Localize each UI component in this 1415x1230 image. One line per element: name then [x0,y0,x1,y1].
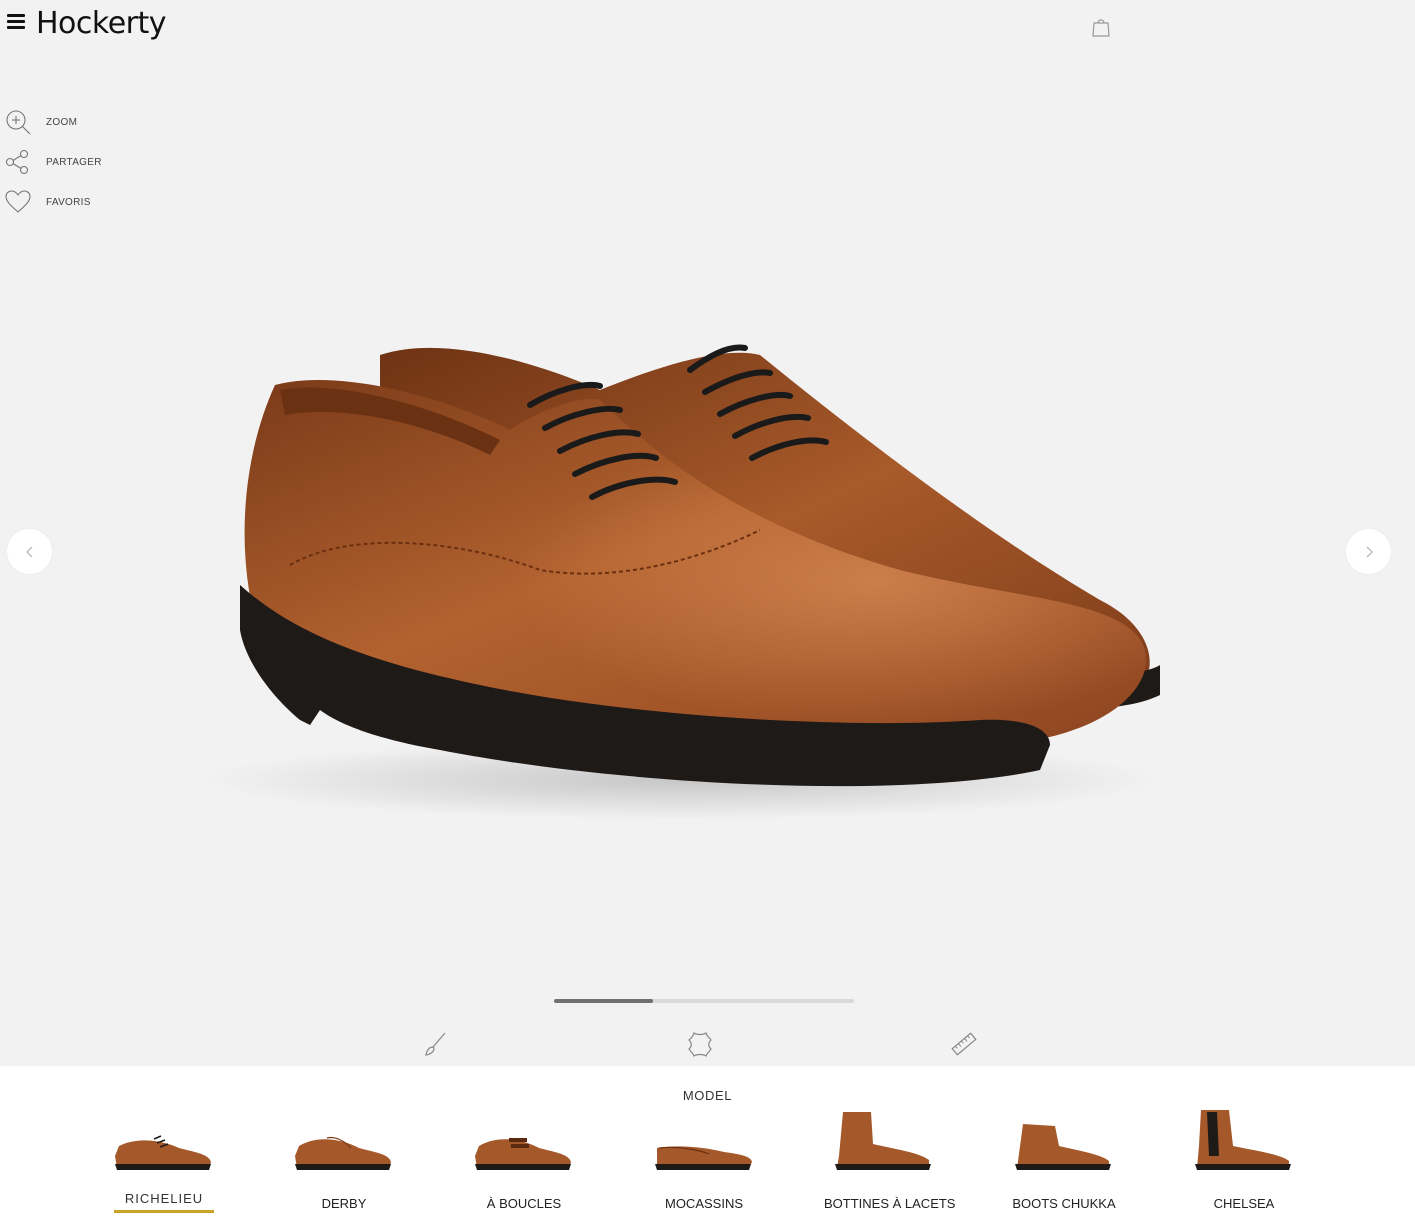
favorites-button[interactable]: FAVORIS [4,182,102,222]
model-label-a-boucles: À BOUCLES [486,1196,562,1211]
model-option-derby[interactable]: DERBY [284,1106,404,1216]
brand-logo[interactable]: Hockerty [36,6,167,41]
share-button[interactable]: PARTAGER [4,142,102,182]
monk-strap-shoe-thumbnail [475,1138,571,1170]
active-model-underline [114,1210,214,1213]
favorites-label: FAVORIS [46,196,91,208]
header: Hockerty [0,0,1415,55]
menu-icon[interactable] [7,14,25,30]
richelieu-shoe-thumbnail [115,1135,211,1170]
gallery-progress-fill [554,999,653,1003]
zoom-button[interactable]: ZOOM [4,102,102,142]
model-label-bottines-a-lacets: BOTTINES À LACETS [824,1196,956,1211]
shopping-bag-icon[interactable] [1090,16,1112,38]
chelsea-boot-thumbnail [1195,1110,1291,1170]
loafer-shoe-thumbnail [655,1146,752,1170]
model-panel-title: MODEL [682,1088,733,1103]
image-tools: ZOOM PARTAGER FAVORIS [4,102,102,222]
model-label-richelieu: RICHELIEU [124,1191,204,1206]
heart-icon [5,190,31,213]
zoom-in-icon [6,110,31,135]
chevron-right-icon [1366,546,1373,557]
lace-up-boot-thumbnail [835,1112,931,1170]
brush-icon[interactable] [421,1030,449,1058]
model-option-a-boucles[interactable]: À BOUCLES [464,1106,584,1216]
model-option-bottines-a-lacets[interactable]: BOTTINES À LACETS [824,1106,956,1216]
model-label-chelsea: CHELSEA [1213,1196,1275,1211]
model-panel: MODEL RICHELIEU DERBY À BOUCLES MOCASSIN… [0,1066,1415,1230]
model-label-derby: DERBY [321,1196,367,1211]
model-option-mocassins[interactable]: MOCASSINS [644,1106,764,1216]
previous-image-button[interactable] [7,529,52,574]
gallery-progress-bar[interactable] [554,999,854,1003]
leather-icon[interactable] [686,1030,714,1058]
product-image [200,344,1160,820]
chevron-left-icon [25,546,32,557]
share-icon [5,149,29,175]
model-option-boots-chukka[interactable]: BOOTS CHUKKA [1004,1106,1124,1216]
model-option-chelsea[interactable]: CHELSEA [1184,1106,1304,1216]
ruler-icon[interactable] [950,1030,978,1058]
share-label: PARTAGER [46,156,102,168]
model-label-boots-chukka: BOOTS CHUKKA [1012,1196,1116,1211]
config-tabs [0,1030,1415,1062]
next-image-button[interactable] [1346,529,1391,574]
chukka-boot-thumbnail [1015,1124,1111,1170]
model-option-richelieu[interactable]: RICHELIEU [104,1106,224,1216]
derby-shoe-thumbnail [295,1136,391,1170]
model-label-mocassins: MOCASSINS [664,1196,743,1211]
zoom-label: ZOOM [46,116,78,128]
